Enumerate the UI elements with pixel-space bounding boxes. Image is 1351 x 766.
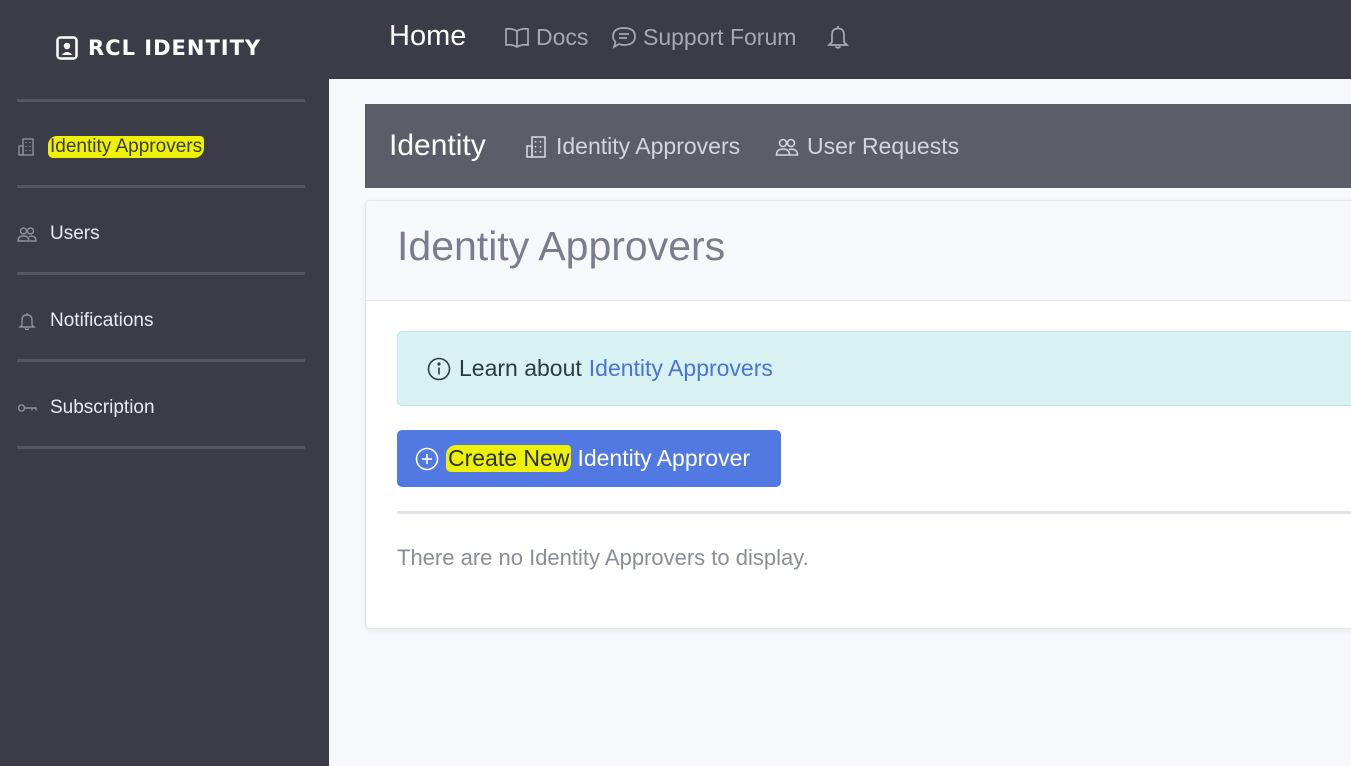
brand[interactable]: RCL IDENTITY [56, 36, 261, 60]
bell-icon [17, 311, 37, 331]
building-icon [17, 137, 37, 157]
subnav-user-requests[interactable]: User Requests [775, 133, 959, 160]
nav-home[interactable]: Home [389, 20, 466, 53]
nav-notifications-bell[interactable] [826, 24, 856, 50]
bell-icon [826, 26, 850, 49]
sidebar: RCL IDENTITY Identity Approvers Users No… [0, 0, 329, 766]
sidebar-divider [17, 99, 305, 102]
empty-state-message: There are no Identity Approvers to displ… [397, 545, 809, 570]
users-icon [17, 224, 37, 244]
plus-circle-icon [415, 447, 439, 471]
info-alert: Learn about Identity Approvers [397, 331, 1351, 406]
subnav-identity-approvers[interactable]: Identity Approvers [524, 133, 740, 160]
nav-docs[interactable]: Docs [504, 24, 588, 51]
identity-subnav: Identity Identity Approvers User Request… [365, 104, 1351, 188]
page-title: Identity Approvers [397, 223, 726, 269]
sidebar-item-label: Users [50, 223, 100, 244]
sidebar-divider [17, 359, 305, 362]
key-icon [17, 398, 37, 418]
id-badge-icon [56, 36, 78, 60]
sidebar-divider [17, 272, 305, 275]
nav-support-forum-label: Support Forum [643, 24, 797, 50]
building-icon [526, 135, 546, 158]
top-navbar: Home Docs Support Forum [329, 0, 1351, 79]
create-button-highlight-text: Create New [446, 445, 572, 472]
sidebar-item-label: Notifications [50, 310, 154, 331]
subnav-identity-approvers-label: Identity Approvers [556, 133, 741, 159]
users-icon [775, 138, 799, 156]
chat-icon [612, 26, 636, 49]
sidebar-item-label: Identity Approvers [48, 136, 205, 158]
book-icon [505, 27, 529, 48]
brand-name: RCL IDENTITY [88, 36, 262, 60]
sidebar-divider [17, 185, 305, 188]
sidebar-item-label: Subscription [50, 397, 155, 418]
sidebar-divider [17, 446, 305, 449]
learn-identity-approvers-link[interactable]: Identity Approvers [589, 355, 773, 382]
content-divider [397, 511, 1351, 514]
alert-text: Learn about [459, 355, 582, 381]
sidebar-item-subscription[interactable]: Subscription [17, 388, 305, 428]
card-header: Identity Approvers [366, 201, 1351, 301]
sidebar-item-notifications[interactable]: Notifications [17, 301, 305, 341]
identity-approvers-card: Identity Approvers Learn about Identity … [365, 200, 1351, 629]
nav-docs-label: Docs [536, 24, 589, 50]
subnav-title[interactable]: Identity [389, 129, 486, 163]
subnav-user-requests-label: User Requests [807, 133, 960, 159]
create-identity-approver-button[interactable]: Create New Identity Approver [397, 430, 781, 487]
info-circle-icon [427, 357, 451, 381]
nav-support-forum[interactable]: Support Forum [611, 24, 796, 51]
sidebar-item-users[interactable]: Users [17, 214, 305, 254]
sidebar-item-identity-approvers[interactable]: Identity Approvers [17, 127, 305, 167]
create-button-text: Identity Approver [577, 445, 751, 471]
